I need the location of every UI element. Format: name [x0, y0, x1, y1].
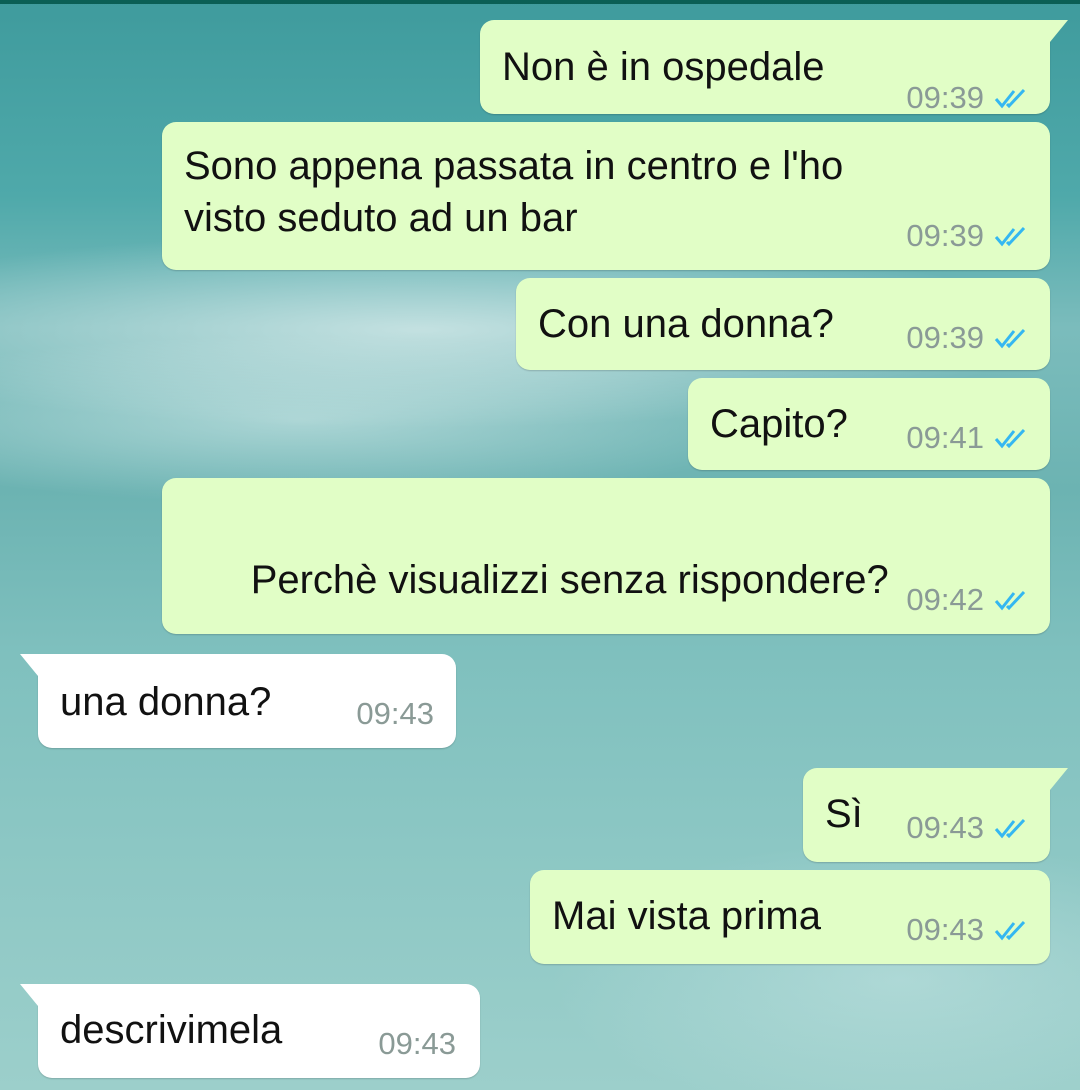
message-text: Sono appena passata in centro e l'ho vis…: [184, 144, 844, 240]
message-time: 09:39: [906, 320, 984, 355]
message-text: Perchè visualizzi senza rispondere?: [250, 558, 889, 602]
message-text: una donna?: [60, 680, 272, 724]
message-time: 09:43: [906, 810, 984, 845]
message-meta: 09:42: [906, 582, 1028, 618]
double-check-icon: [994, 327, 1028, 349]
message-time: 09:39: [906, 80, 984, 115]
message-time: 09:43: [906, 912, 984, 947]
message-bubble-incoming[interactable]: una donna? 09:43: [20, 654, 456, 748]
message-text: Con una donna?: [538, 302, 834, 346]
message-bubble-outgoing[interactable]: Mai vista prima 09:43: [530, 870, 1050, 964]
double-check-icon: [994, 817, 1028, 839]
message-text: Mai vista prima: [552, 894, 821, 938]
message-meta: 09:43: [906, 810, 1028, 846]
message-bubble-outgoing[interactable]: Perchè visualizzi senza rispondere? 09:4…: [162, 478, 1050, 710]
top-divider: [0, 0, 1080, 4]
message-bubble-outgoing[interactable]: Sono appena passata in centro e l'ho vis…: [162, 122, 1050, 270]
message-text: Sì: [825, 792, 863, 836]
double-check-icon: [994, 427, 1028, 449]
double-check-icon: [994, 589, 1028, 611]
message-meta: 09:39: [906, 218, 1028, 254]
message-bubble-outgoing[interactable]: Con una donna? 09:39: [516, 278, 1050, 370]
message-time: 09:42: [906, 582, 984, 617]
message-text: descrivimela: [60, 1008, 283, 1052]
message-bubble-outgoing[interactable]: Sì 09:43: [803, 768, 1068, 862]
double-check-icon: [994, 225, 1028, 247]
message-bubble-outgoing[interactable]: Capito? 09:41: [688, 378, 1050, 470]
message-meta: 09:43: [906, 912, 1028, 948]
message-bubble-outgoing[interactable]: Non è in ospedale 09:39: [480, 20, 1068, 116]
message-text: Capito?: [710, 402, 848, 446]
message-bubble-incoming[interactable]: descrivimela 09:43: [20, 984, 480, 1078]
message-time: 09:43: [378, 1026, 456, 1061]
double-check-icon: [994, 919, 1028, 941]
message-meta: 09:39: [906, 320, 1028, 356]
message-meta: 09:41: [906, 420, 1028, 456]
message-text: Non è in ospedale: [502, 45, 825, 89]
message-meta: 09:43: [356, 696, 434, 732]
message-meta: 09:43: [378, 1026, 456, 1062]
message-meta: 09:39: [906, 80, 1028, 116]
message-time: 09:41: [906, 420, 984, 455]
double-check-icon: [994, 87, 1028, 109]
message-time: 09:39: [906, 218, 984, 253]
message-time: 09:43: [356, 696, 434, 731]
